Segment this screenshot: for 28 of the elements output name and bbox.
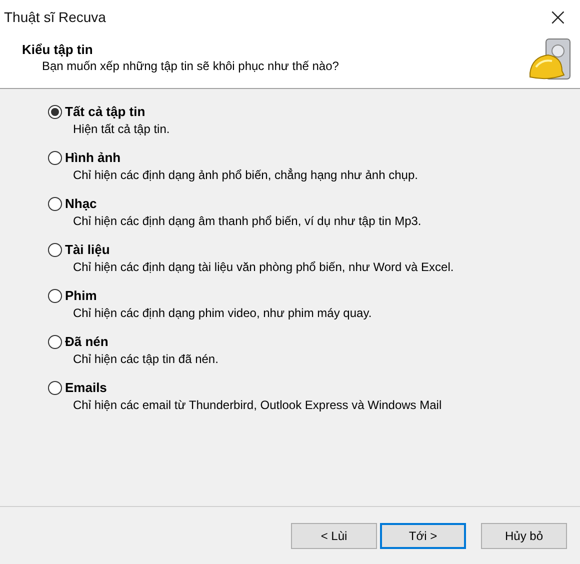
option-description: Chỉ hiện các định dạng ảnh phổ biến, chẳng hạng như ảnh chụp. xyxy=(72,168,419,182)
option-label[interactable]: Hình ảnh xyxy=(65,150,121,165)
radio-button[interactable] xyxy=(48,104,62,118)
option-description: Chỉ hiện các định dạng tài liệu văn phòng phổ biến, như Word và Excel. xyxy=(72,260,455,274)
dialog-button[interactable]: Hủy bỏ xyxy=(481,522,567,548)
radio-button[interactable] xyxy=(48,242,62,256)
option-description: Chỉ hiện các tập tin đã nén. xyxy=(72,352,220,366)
dialog-button[interactable]: < Lùi xyxy=(291,522,377,548)
page-subtitle: Bạn muốn xếp những tập tin sẽ khôi phục như thế nào? xyxy=(41,59,339,73)
option-label[interactable]: Tài liệu xyxy=(65,242,110,257)
radio-button[interactable] xyxy=(48,150,62,164)
option-label[interactable]: Đã nén xyxy=(65,334,108,349)
option-label[interactable]: Phim xyxy=(65,288,97,303)
page-title: Kiểu tập tin xyxy=(22,42,94,57)
radio-button[interactable] xyxy=(48,288,62,302)
option-label[interactable]: Tất cả tập tin xyxy=(65,104,146,119)
radio-button[interactable] xyxy=(48,334,62,348)
option-description: Chỉ hiện các định dạng phim video, như phim máy quay. xyxy=(72,306,373,320)
option-label[interactable]: Nhạc xyxy=(65,196,97,211)
option-label[interactable]: Emails xyxy=(65,380,107,395)
radio-button[interactable] xyxy=(48,380,62,394)
option-description: Chỉ hiện các định dạng âm thanh phổ biến, ví dụ như tập tin Mp3. xyxy=(72,214,422,228)
dialog-button[interactable]: Tới > xyxy=(380,522,466,548)
window-title: Thuật sĩ Recuva xyxy=(4,8,106,24)
close-button[interactable]: × xyxy=(544,4,572,28)
option-description: Hiện tất cả tập tin. xyxy=(72,122,171,136)
option-description: Chỉ hiện các email từ Thunderbird, Outlook Express và Windows Mail xyxy=(72,398,443,412)
radio-button[interactable] xyxy=(48,196,62,210)
